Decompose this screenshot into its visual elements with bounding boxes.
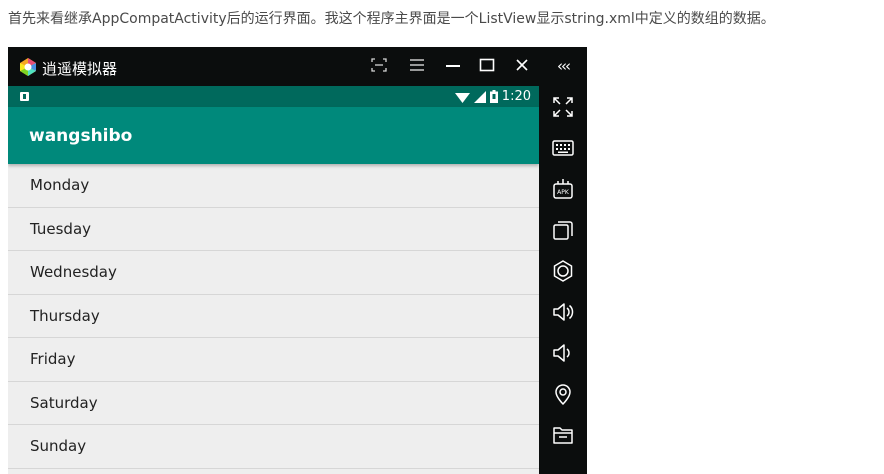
android-status-bar: 1:20 bbox=[8, 86, 539, 107]
days-list: Monday Tuesday Wednesday Thursday Friday… bbox=[8, 164, 539, 469]
status-time: 1:20 bbox=[501, 89, 531, 104]
status-indicators: 1:20 bbox=[454, 88, 531, 105]
apk-install-icon[interactable]: APK bbox=[551, 177, 575, 201]
notification-icon bbox=[20, 92, 29, 101]
maximize-button[interactable] bbox=[476, 57, 498, 77]
list-item[interactable]: Monday bbox=[8, 164, 539, 208]
close-button[interactable] bbox=[511, 57, 533, 77]
location-icon[interactable] bbox=[551, 382, 575, 406]
settings-icon[interactable] bbox=[551, 259, 575, 283]
expand-icon[interactable] bbox=[551, 95, 575, 119]
menu-button[interactable] bbox=[406, 57, 428, 77]
volume-up-icon[interactable] bbox=[551, 300, 575, 324]
capture-icon bbox=[371, 58, 387, 72]
list-item[interactable]: Friday bbox=[8, 338, 539, 382]
sidebar-collapse-button[interactable]: ‹‹‹ bbox=[539, 57, 587, 75]
signal-icon bbox=[473, 90, 486, 103]
list-item[interactable]: Sunday bbox=[8, 425, 539, 469]
minimize-button[interactable] bbox=[442, 57, 464, 77]
menu-icon bbox=[410, 59, 424, 71]
toolbar-title: wangshibo bbox=[29, 126, 133, 146]
emulator-window: 逍遥模拟器 1:20 wangshibo Monday Tuesday Wedn… bbox=[8, 47, 587, 474]
android-screen: 1:20 wangshibo Monday Tuesday Wednesday … bbox=[8, 86, 539, 474]
list-item[interactable]: Wednesday bbox=[8, 251, 539, 295]
keyboard-icon[interactable] bbox=[551, 136, 575, 160]
list-item[interactable]: Tuesday bbox=[8, 208, 539, 251]
battery-icon bbox=[489, 90, 498, 103]
app-toolbar: wangshibo bbox=[8, 107, 539, 164]
emulator-sidebar: ‹‹‹ APK bbox=[539, 47, 587, 474]
minimize-icon bbox=[446, 65, 460, 67]
emulator-titlebar: 逍遥模拟器 bbox=[8, 47, 539, 86]
maximize-icon bbox=[479, 58, 495, 72]
list-item[interactable]: Thursday bbox=[8, 295, 539, 338]
volume-down-icon[interactable] bbox=[551, 341, 575, 365]
svg-text:APK: APK bbox=[557, 189, 570, 196]
multi-window-icon[interactable] bbox=[551, 218, 575, 242]
wifi-icon bbox=[454, 92, 470, 103]
folder-icon[interactable] bbox=[551, 423, 575, 447]
emulator-title: 逍遥模拟器 bbox=[42, 60, 118, 78]
emulator-logo-icon bbox=[20, 58, 36, 76]
screenshot-button[interactable] bbox=[368, 57, 390, 77]
list-item[interactable]: Saturday bbox=[8, 382, 539, 425]
article-paragraph: 首先来看继承AppCompatActivity后的运行界面。我这个程序主界面是一… bbox=[8, 11, 775, 27]
close-icon bbox=[516, 59, 528, 71]
